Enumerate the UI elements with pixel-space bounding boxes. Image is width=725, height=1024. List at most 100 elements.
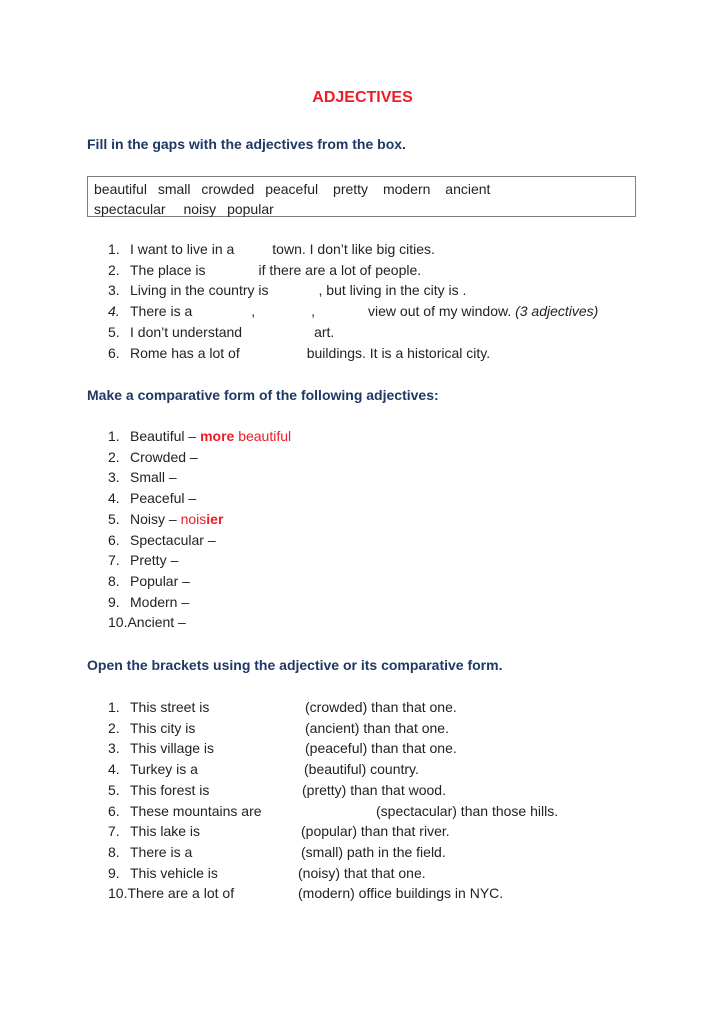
item-text: This village is <box>130 740 215 757</box>
separator: , <box>311 303 316 320</box>
item-number: 4. <box>108 490 120 507</box>
list-item: 6. These mountains are (spectacular) than … <box>108 801 668 822</box>
item-number: 7. <box>108 552 120 569</box>
word-box-item: ancient <box>445 181 491 197</box>
item-number: 1. <box>108 699 120 715</box>
list-item: 3. Living in the country is , but living i… <box>108 280 598 301</box>
comparative-list: 1. Beautiful – more beautiful 2. Crowded –… <box>108 426 291 633</box>
item-number: 8. <box>108 843 120 860</box>
item-text: Rome has a lot of <box>130 344 240 361</box>
list-item: 5. I don’t understand art. <box>108 322 598 343</box>
separator: , <box>251 303 256 320</box>
list-item: 1. This street is (crowded) than that one. <box>108 697 668 718</box>
item-text: (ancient) than that one. <box>305 719 449 736</box>
item-text: This forest is <box>130 781 210 798</box>
item-number: 5. <box>108 781 120 798</box>
item-number: 5. <box>108 323 120 340</box>
open-brackets-list: 1. This street is (crowded) than that one.… <box>108 697 668 904</box>
item-number: 9. <box>108 864 120 881</box>
item-number: 6. <box>108 802 120 819</box>
word-box: beautiful small crowded peaceful pretty … <box>87 176 636 217</box>
list-item: 2. Crowded – <box>108 447 291 468</box>
item-text: (pretty) than that wood. <box>302 781 446 798</box>
list-item: 3. This village is (peaceful) than that on… <box>108 738 668 759</box>
item-number: 2. <box>108 261 120 278</box>
item-text: (beautiful) country. <box>304 761 419 778</box>
section3-heading: Open the brackets using the adjective or… <box>87 657 503 673</box>
item-number: 10. <box>108 885 128 902</box>
answer-text: nois <box>180 510 207 527</box>
item-number: 4. <box>108 761 120 778</box>
section1-heading: Fill in the gaps with the adjectives fro… <box>87 136 406 152</box>
adjective: Popular – <box>130 572 190 589</box>
adjective: Crowded – <box>130 448 198 465</box>
adjective: Peaceful – <box>130 490 197 507</box>
list-item: 2. The place is if there are a lot of peop… <box>108 260 598 281</box>
item-text: (spectacular) than those hills. <box>376 802 559 819</box>
list-item: 3. Small – <box>108 467 291 488</box>
word-box-item: crowded <box>201 181 255 197</box>
word-box-item: beautiful <box>94 181 147 197</box>
list-item: 4. Peaceful – <box>108 488 291 509</box>
item-text: I want to live in a <box>130 241 235 257</box>
word-box-item: small <box>157 181 191 197</box>
worksheet-title: ADJECTIVES <box>312 89 413 106</box>
section2-heading: Make a comparative form of the following… <box>87 387 439 403</box>
item-number: 1. <box>108 428 120 444</box>
answer-text: ier <box>206 510 224 527</box>
item-number: 2. <box>108 448 120 465</box>
word-box-item: popular <box>227 201 274 217</box>
item-number: 10. <box>108 614 128 631</box>
list-item: 9. Modern – <box>108 592 291 613</box>
adjective: Spectacular – <box>130 531 216 548</box>
answer-text: beautiful <box>238 428 292 444</box>
item-number: 6. <box>108 344 120 361</box>
word-box-item: modern <box>382 181 431 197</box>
item-number: 3. <box>108 469 120 486</box>
adjective: Ancient – <box>127 614 186 631</box>
item-number: 4. <box>108 303 120 320</box>
item-text: (crowded) than that one. <box>305 699 457 715</box>
adjective: Beautiful – <box>130 428 197 444</box>
answer-text: more <box>200 428 235 444</box>
list-item: 6. Rome has a lot of buildings. It is a hi… <box>108 343 598 364</box>
item-text: town. I don’t like big cities. <box>272 241 435 257</box>
worksheet-page: ADJECTIVES Fill in the gaps with the adj… <box>0 0 725 1024</box>
item-text: I don’t understand <box>130 323 243 340</box>
word-box-item: peaceful <box>265 181 319 197</box>
item-text: (popular) than that river. <box>301 823 450 840</box>
word-box-item: pretty <box>333 181 369 197</box>
list-item: 7. This lake is (popular) than that river. <box>108 821 668 842</box>
list-item: 8. There is a (small) path in the field. <box>108 842 668 863</box>
list-item: 1. Beautiful – more beautiful <box>108 426 291 447</box>
item-text: (peaceful) than that one. <box>305 740 457 757</box>
fill-gaps-list: 1. I want to live in a town. I don’t like … <box>108 239 598 363</box>
item-note: (3 adjectives) <box>515 303 599 320</box>
item-text: This vehicle is <box>130 864 218 881</box>
item-text: (modern) office buildings in NYC. <box>298 885 504 902</box>
list-item: 6. Spectacular – <box>108 530 291 551</box>
list-item: 5. This forest is (pretty) than that wood. <box>108 780 668 801</box>
list-item: 9. This vehicle is (noisy) that that one. <box>108 863 668 884</box>
list-item: 10.Ancient – <box>108 612 291 633</box>
word-box-item: noisy <box>183 201 217 217</box>
item-text: Turkey is a <box>130 761 198 778</box>
item-text: (noisy) that that one. <box>298 864 426 881</box>
item-text: There is a <box>130 843 193 860</box>
item-text: art. <box>314 323 335 340</box>
item-text: The place is <box>130 261 206 278</box>
list-item: 2. This city is (ancient) than that one. <box>108 718 668 739</box>
adjective: Small – <box>130 469 177 486</box>
adjective: Modern – <box>130 593 190 610</box>
item-number: 7. <box>108 823 120 840</box>
adjective: Pretty – <box>130 552 179 569</box>
word-box-item: spectacular <box>94 201 166 217</box>
list-item: 1. I want to live in a town. I don’t like … <box>108 239 598 260</box>
item-number: 3. <box>108 282 120 299</box>
item-number: 9. <box>108 593 120 610</box>
item-text: There is a <box>130 303 193 320</box>
item-text: This city is <box>130 719 196 736</box>
item-number: 3. <box>108 740 120 757</box>
item-number: 6. <box>108 531 120 548</box>
item-text: , but living in the city is . <box>318 282 467 299</box>
